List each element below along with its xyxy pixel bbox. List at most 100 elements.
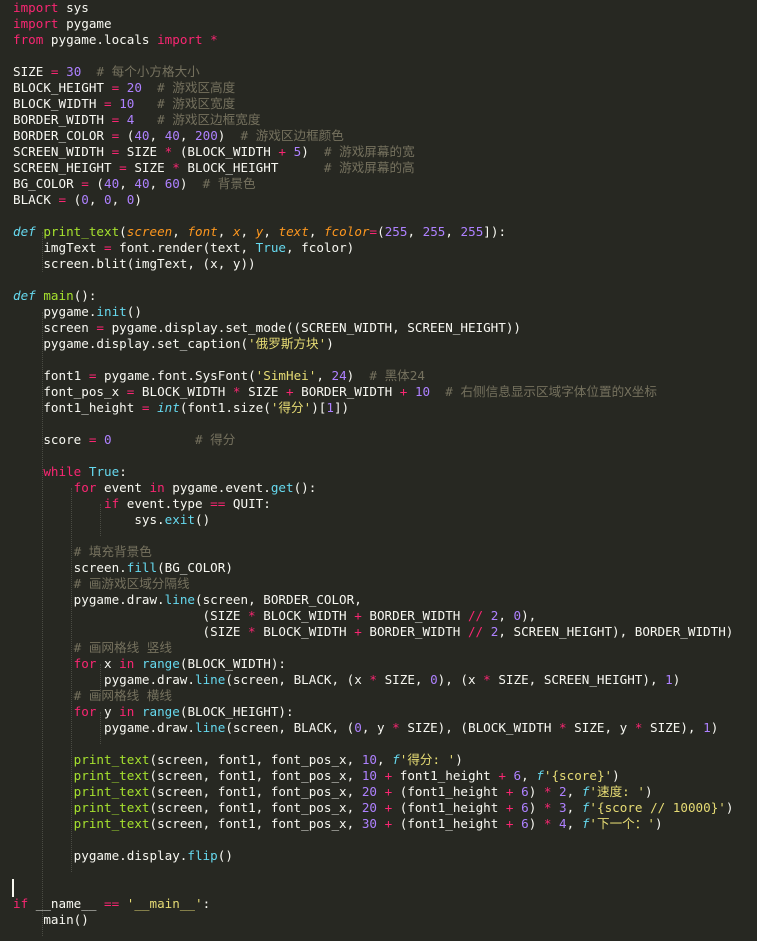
code-token: ) — [528, 816, 544, 831]
code-token: , — [316, 368, 332, 383]
code-token: * — [559, 720, 567, 735]
code-token: BORDER_COLOR — [13, 128, 112, 143]
code-token: BORDER_WIDTH — [13, 112, 112, 127]
code-token: 10 — [361, 752, 377, 767]
code-token: 30 — [361, 816, 377, 831]
code-editor[interactable]: import sys import pygame from pygame.local… — [0, 0, 757, 941]
code-token: line — [164, 592, 195, 607]
code-token: () — [126, 304, 142, 319]
code-token: * — [392, 720, 400, 735]
code-token: , — [521, 768, 537, 783]
code-line: pygame.display.flip() — [13, 848, 233, 864]
code-token: ( — [119, 224, 127, 239]
code-token: ) — [710, 720, 719, 735]
code-token: == — [104, 896, 120, 911]
code-token: def — [13, 224, 36, 239]
code-token: + — [505, 784, 514, 799]
code-token: (screen, BLACK, ( — [225, 720, 355, 735]
code-token: , fcolor) — [286, 240, 355, 255]
code-token: 0 — [513, 608, 522, 623]
code-token: import — [13, 0, 59, 15]
text-cursor — [12, 879, 14, 897]
code-token: 10 — [119, 96, 135, 111]
code-token: 0 — [104, 432, 112, 447]
code-token: main() — [13, 912, 89, 927]
code-token: font1_height — [392, 768, 499, 783]
code-token: : — [119, 464, 127, 479]
code-line: BLACK = (0, 0, 0) — [13, 192, 142, 208]
code-token: (screen, font1, font_pos_x, — [149, 752, 362, 767]
code-token: , — [308, 224, 324, 239]
code-line: (SIZE * BLOCK_WIDTH + BORDER_WIDTH // 2,… — [13, 608, 537, 624]
code-token: 1 — [326, 400, 334, 415]
code-token: '俄罗斯方块' — [248, 336, 327, 351]
code-token: 20 — [361, 784, 377, 799]
code-token: (font1_height — [392, 816, 506, 831]
code-token: ) — [134, 192, 142, 207]
code-token: pygame.font.SysFont( — [96, 368, 256, 383]
code-token: (screen, font1, font_pos_x, — [149, 816, 362, 831]
code-token: screen — [13, 320, 97, 335]
code-token: '{score}' — [543, 768, 613, 783]
code-token: , — [217, 224, 233, 239]
code-token: + — [278, 144, 287, 159]
code-token: 1 — [703, 720, 711, 735]
code-token: line — [194, 720, 226, 735]
code-token: ) — [326, 336, 334, 351]
code-token: = — [81, 176, 89, 191]
code-line: if __name__ == '__main__': — [13, 896, 210, 912]
code-line: SCREEN_WIDTH = SIZE * (BLOCK_WIDTH + 5) … — [13, 144, 415, 160]
code-token: # 得分 — [195, 432, 236, 447]
code-line: print_text(screen, font1, font_pos_x, 10… — [13, 752, 463, 768]
code-token: 6 — [521, 800, 529, 815]
code-token: pygame — [58, 16, 112, 31]
code-token: pygame.display.set_caption( — [13, 336, 249, 351]
code-token: = — [119, 160, 127, 175]
code-token: ), — [521, 608, 537, 623]
code-token: SIZE, — [376, 672, 431, 687]
code-token: ( — [119, 128, 135, 143]
code-token: 200 — [195, 128, 218, 143]
code-token: , — [149, 176, 165, 191]
code-token: , — [119, 176, 135, 191]
code-token: sys. — [13, 512, 165, 527]
code-token: pygame.locals — [43, 32, 158, 47]
code-token: 20 — [126, 80, 142, 95]
code-token: , — [88, 192, 105, 207]
code-token: ) — [179, 176, 203, 191]
code-token: SIZE, y — [566, 720, 635, 735]
code-token: , — [566, 784, 582, 799]
code-line: imgText = font.render(text, True, fcolor… — [13, 240, 354, 256]
code-token: event — [96, 480, 150, 495]
code-token: + — [354, 608, 362, 623]
code-token: screen. — [13, 560, 127, 575]
code-token: * — [232, 384, 241, 399]
code-token: x — [232, 224, 241, 239]
code-token: 40 — [104, 176, 120, 191]
code-token: (screen, font1, font_pos_x, — [149, 800, 362, 815]
code-token: + — [498, 768, 506, 783]
code-token: 20 — [361, 800, 377, 815]
code-token: )[ — [311, 400, 327, 415]
code-line: screen = pygame.display.set_mode((SCREEN… — [13, 320, 521, 336]
code-token: f — [536, 768, 544, 783]
code-token: 0 — [354, 720, 362, 735]
code-token: '得分: ' — [399, 752, 456, 767]
code-token: (font1.size( — [179, 400, 271, 415]
code-token: == — [210, 496, 226, 511]
